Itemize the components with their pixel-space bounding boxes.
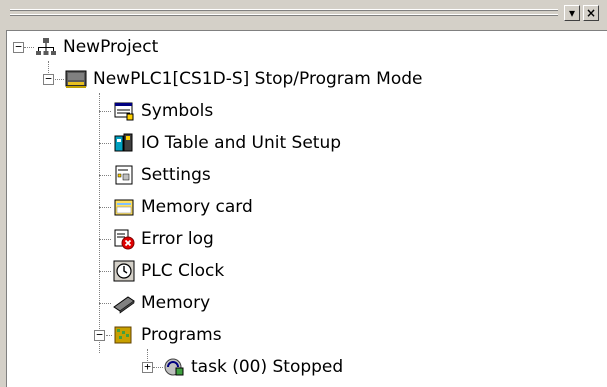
project-workspace-pane: ▾ × − − − + NewProject NewPLC1[CS1D-S] S… (0, 0, 607, 387)
task-expand-toggle[interactable]: + (142, 361, 153, 373)
tree-item-plc[interactable]: NewPLC1[CS1D-S] Stop/Program Mode (65, 63, 422, 95)
tree-item-newproject[interactable]: NewProject (35, 31, 158, 63)
plc-collapse-toggle[interactable]: − (43, 73, 54, 85)
memory-icon (113, 296, 135, 314)
tree-item-label: Memory card (141, 197, 253, 217)
tree-item-symbols[interactable]: Symbols (113, 95, 213, 127)
tree-item-plc-clock[interactable]: PLC Clock (113, 255, 224, 287)
symbols-icon (114, 102, 134, 121)
pane-title-bar[interactable]: ▾ × (0, 0, 607, 28)
programs-collapse-toggle[interactable]: − (94, 329, 105, 341)
tree-item-io-table[interactable]: IO Table and Unit Setup (113, 127, 341, 159)
tree-item-label: Settings (141, 165, 211, 185)
tree-item-label: Memory (141, 293, 211, 313)
pane-grip[interactable] (10, 9, 558, 21)
io-table-icon (114, 133, 133, 152)
pane-menu-button[interactable]: ▾ (564, 5, 580, 21)
tree-item-task[interactable]: task (00) Stopped (163, 351, 343, 383)
tree-item-label: task (00) Stopped (191, 357, 344, 377)
memory-card-icon (114, 199, 134, 216)
error-log-icon (114, 229, 135, 250)
tree-item-label: Symbols (141, 101, 214, 121)
tree-item-programs[interactable]: Programs (113, 319, 222, 351)
plc-icon (65, 70, 87, 88)
project-tree[interactable]: − − − + NewProject NewPLC1[CS1D-S] Stop/… (6, 30, 607, 387)
tree-item-error-log[interactable]: Error log (113, 223, 214, 255)
tree-item-label: IO Table and Unit Setup (141, 133, 342, 153)
network-icon (36, 38, 56, 55)
tree-item-label: NewPLC1[CS1D-S] Stop/Program Mode (93, 69, 423, 89)
task-icon (164, 358, 184, 376)
tree-item-memory-card[interactable]: Memory card (113, 191, 253, 223)
tree-item-settings[interactable]: Settings (113, 159, 211, 191)
tree-item-label: NewProject (63, 37, 159, 57)
tree-item-memory[interactable]: Memory (113, 287, 210, 319)
settings-icon (115, 165, 133, 185)
pane-close-button[interactable]: × (583, 5, 599, 21)
tree-item-label: Programs (141, 325, 222, 345)
tree-item-label: PLC Clock (141, 261, 225, 281)
programs-icon (114, 326, 132, 344)
tree-item-label: Error log (141, 229, 214, 249)
root-collapse-toggle[interactable]: − (13, 41, 24, 53)
clock-icon (113, 260, 135, 282)
